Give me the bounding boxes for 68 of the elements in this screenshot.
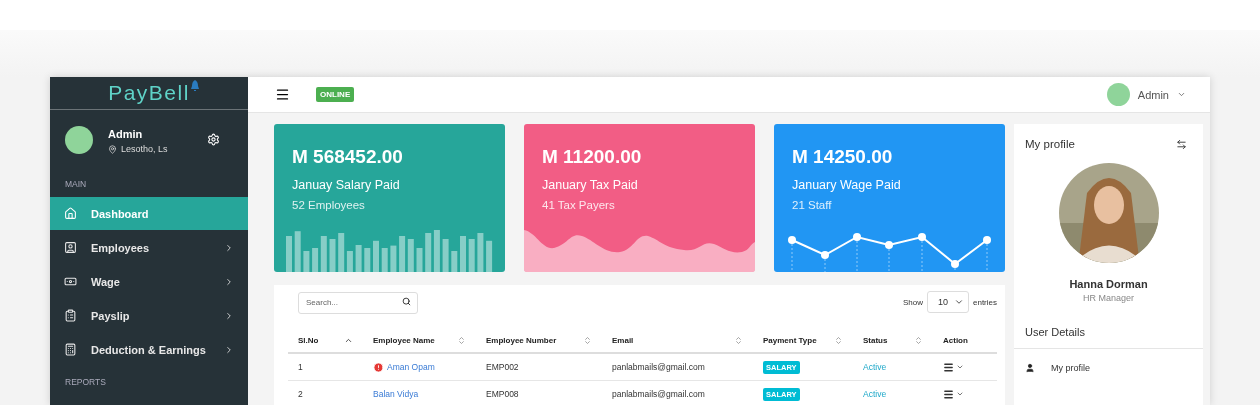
stat-amount: M 568452.00	[292, 146, 404, 168]
user-location: Lesotho, Ls	[121, 144, 168, 155]
stat-subtitle: 21 Staff	[792, 199, 833, 211]
profile-role: HR Manager	[1082, 293, 1135, 303]
section-title: REPORTS	[64, 377, 107, 389]
search-icon	[402, 297, 411, 306]
stat-amount: M 11200.00	[542, 146, 643, 168]
clipboard-icon	[64, 309, 77, 322]
sidebar-item[interactable]: Payslip	[50, 299, 248, 332]
column-header[interactable]: Employee Number	[486, 335, 557, 345]
column-header[interactable]: Employee Name	[373, 335, 435, 345]
table-cell: panlabmails@gmail.com	[602, 354, 753, 381]
sidebar-item[interactable]: Deduction & Earnings	[50, 333, 248, 366]
menu-icon	[943, 361, 954, 373]
caret-icon	[956, 363, 964, 371]
table-cell: EMP002	[476, 354, 602, 381]
stat-subtitle: 41 Tax Payers	[542, 199, 616, 211]
user-icon	[1025, 363, 1035, 373]
action-menu[interactable]	[943, 361, 964, 373]
bell-icon	[190, 80, 200, 92]
employee-link[interactable]: Aman Opam	[387, 362, 435, 372]
user-avatar	[65, 126, 93, 155]
column-header[interactable]: Sl.No	[298, 335, 319, 345]
profile-name: Hanna Dorman	[1068, 278, 1149, 290]
user-avatar	[1106, 83, 1130, 106]
profile-link[interactable]: My profile	[1014, 349, 1203, 387]
section-title: User Details	[1014, 303, 1203, 349]
column-header[interactable]: Email	[612, 335, 634, 345]
logo: PayBell	[108, 81, 190, 106]
show-label: Show	[902, 297, 923, 307]
location-pin-icon	[108, 144, 117, 154]
sidebar-item[interactable]: Wage	[50, 265, 248, 298]
stat-subtitle: 52 Employees	[292, 199, 366, 211]
user-name: Admin	[108, 128, 144, 141]
caret-icon	[956, 390, 964, 398]
stat-title: January Wage Paid	[792, 178, 902, 192]
column-header[interactable]: Action	[943, 335, 968, 345]
employee-link[interactable]: Balan Vidya	[373, 389, 419, 399]
menu-icon[interactable]	[275, 87, 290, 102]
swap-icon[interactable]	[1176, 138, 1187, 150]
column-header[interactable]: Payment Type	[763, 335, 817, 345]
table-cell: panlabmails@gmail.com	[602, 381, 753, 405]
panel-title: My profile	[1025, 138, 1075, 150]
banknote-icon	[64, 275, 77, 288]
menu-icon	[943, 388, 954, 400]
section-title: MAIN	[64, 179, 88, 191]
status-text: Active	[863, 362, 887, 372]
status-text: Active	[863, 389, 887, 399]
status-badge: ONLINE	[316, 87, 355, 102]
settings-icon[interactable]	[207, 133, 220, 147]
person-icon	[64, 241, 77, 254]
search-field[interactable]: Search...	[298, 291, 418, 314]
stat-amount: M 14250.00	[792, 146, 894, 168]
calculator-icon	[64, 343, 77, 356]
sidebar-item[interactable]: Employees	[50, 231, 248, 264]
column-header[interactable]: Status	[863, 335, 888, 345]
caret-icon	[1177, 90, 1186, 99]
action-menu[interactable]	[943, 388, 964, 400]
caret-icon	[954, 297, 964, 307]
entries-label: entries	[973, 297, 997, 307]
stat-title: January Tax Paid	[542, 178, 639, 192]
stat-title: Januay Salary Paid	[292, 178, 401, 192]
home-icon	[64, 207, 77, 220]
user-menu[interactable]: Admin	[1106, 83, 1186, 106]
table-cell: EMP008	[476, 381, 602, 405]
page-size-select[interactable]: 10	[927, 291, 969, 313]
table-cell: 1	[288, 354, 363, 381]
table-cell: 2	[288, 381, 363, 405]
